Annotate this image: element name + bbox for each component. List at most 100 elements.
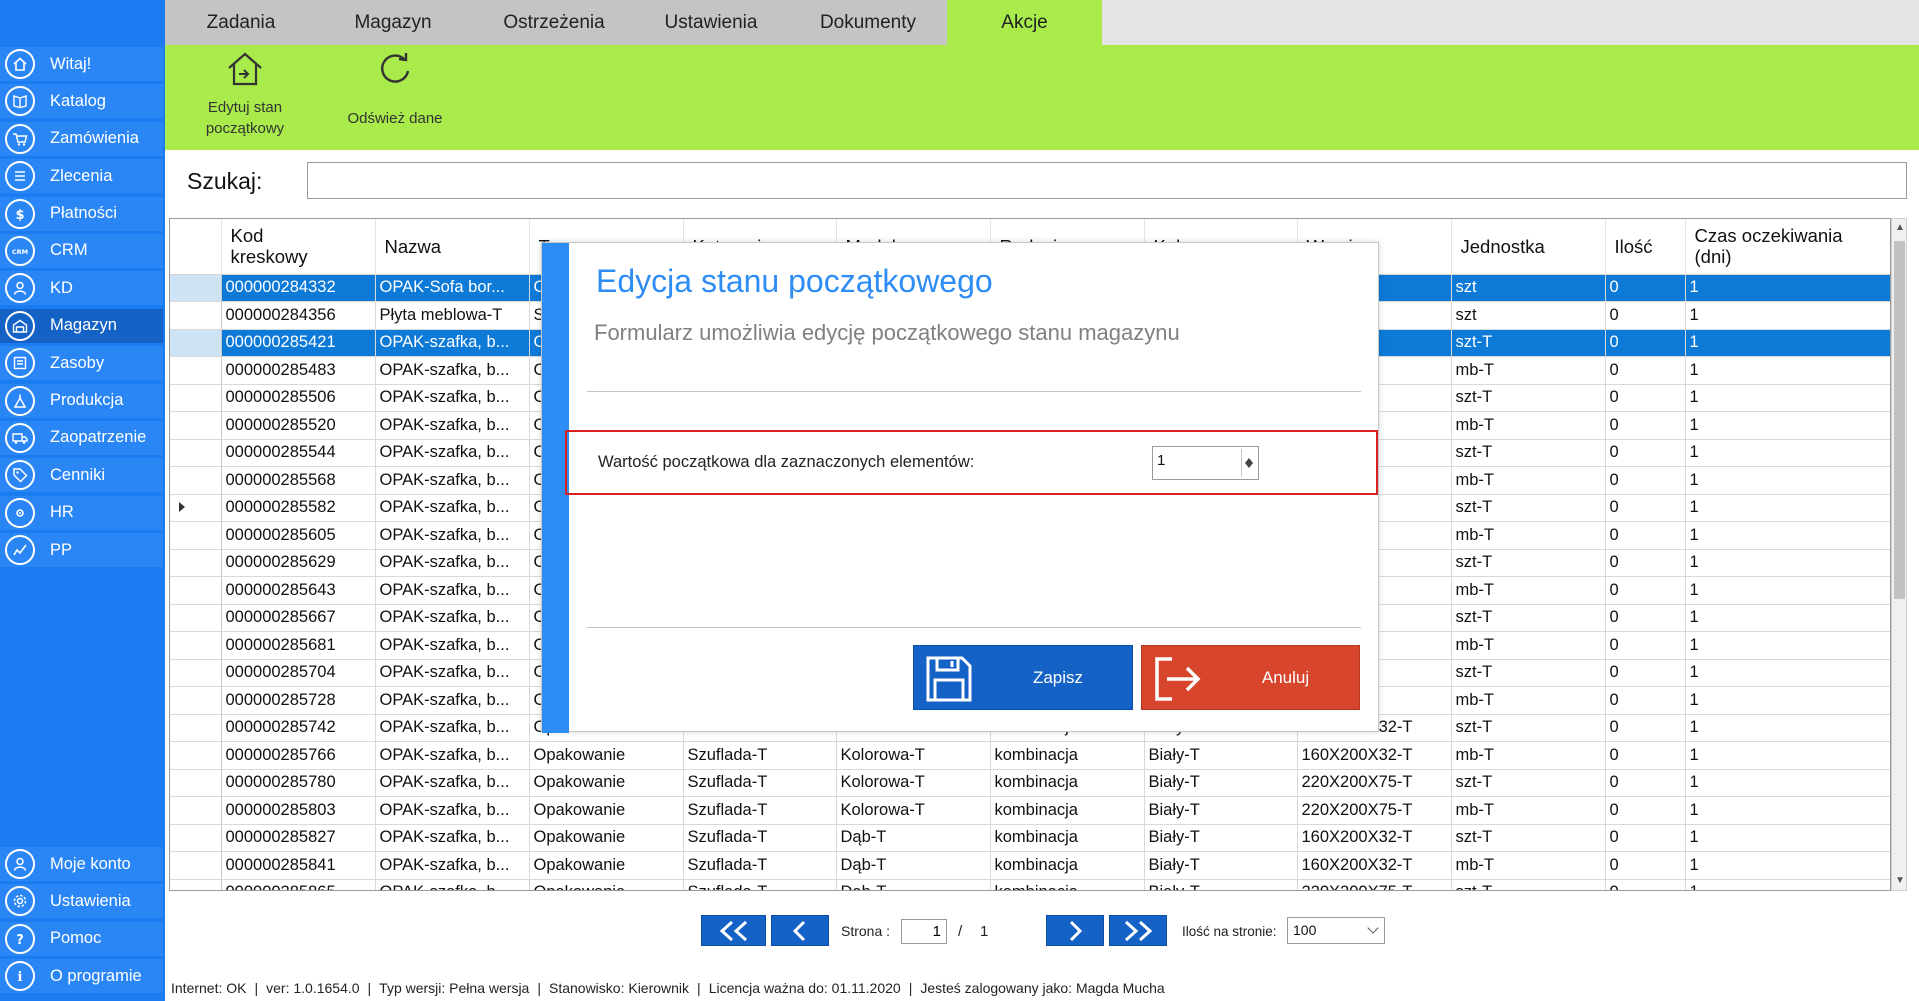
row-header[interactable] (170, 494, 222, 522)
cell-ilosc[interactable]: 0 (1605, 796, 1686, 825)
initial-value-stepper[interactable]: 1 (1152, 446, 1259, 480)
sidebar-bottom-item-o-programie[interactable]: i O programie (0, 959, 163, 994)
refresh-data-button[interactable]: Odśwież dane (340, 45, 450, 129)
row-header[interactable] (170, 521, 222, 550)
cell-kod[interactable]: 000000284332 (221, 274, 376, 302)
cell-czas[interactable]: 1 (1685, 356, 1890, 385)
table-row[interactable]: 000000285827 OPAK-szafka, b... Opakowanie S… (170, 824, 1890, 852)
cell-ilosc[interactable]: 0 (1605, 631, 1686, 660)
first-page-button[interactable] (701, 915, 766, 946)
sidebar-item-zlecenia[interactable]: Zlecenia (0, 159, 163, 194)
sidebar-item-zamówienia[interactable]: Zamówienia (0, 121, 163, 156)
cell-nazwa[interactable]: OPAK-szafka, b... (375, 521, 530, 550)
tab-ustawienia[interactable]: Ustawienia (633, 0, 789, 45)
cell-rodzaj[interactable]: kombinacja (990, 741, 1145, 770)
cell-czas[interactable]: 1 (1685, 686, 1890, 715)
cell-jednostka[interactable]: szt (1451, 301, 1606, 330)
cell-kod[interactable]: 000000285803 (221, 796, 376, 825)
cell-nazwa[interactable]: OPAK-szafka, b... (375, 741, 530, 770)
stepper-down-button[interactable] (1242, 463, 1256, 477)
cell-model[interactable]: Kolorowa-T (836, 796, 991, 825)
cell-kod[interactable]: 000000285704 (221, 659, 376, 687)
cell-czas[interactable]: 1 (1685, 549, 1890, 577)
cell-rodzaj[interactable]: kombinacja (990, 851, 1145, 880)
sidebar-item-katalog[interactable]: Katalog (0, 84, 163, 119)
cell-kolor[interactable]: Biały-T (1144, 851, 1298, 880)
cell-nazwa[interactable]: OPAK-szafka, b... (375, 686, 530, 715)
cell-kategoria[interactable]: Szuflada-T (683, 769, 837, 797)
cell-rodzaj[interactable]: kombinacja (990, 769, 1145, 797)
row-header[interactable] (170, 384, 222, 412)
sidebar-bottom-item-pomoc[interactable]: ? Pomoc (0, 921, 163, 956)
cell-wymiar[interactable]: 160X200X32-T (1297, 741, 1452, 770)
cell-typ[interactable]: Opakowanie (529, 796, 684, 825)
row-header[interactable] (170, 879, 222, 890)
page-number-input[interactable] (901, 919, 947, 944)
row-header[interactable] (170, 659, 222, 687)
cell-jednostka[interactable]: szt-T (1451, 769, 1606, 797)
sidebar-item-magazyn[interactable]: Magazyn (0, 308, 163, 343)
cell-czas[interactable]: 1 (1685, 494, 1890, 522)
cell-wymiar[interactable]: 160X200X32-T (1297, 851, 1452, 880)
cell-typ[interactable]: Opakowanie (529, 851, 684, 880)
tab-zadania[interactable]: Zadania (165, 0, 317, 45)
cell-ilosc[interactable]: 0 (1605, 879, 1686, 890)
row-header[interactable] (170, 769, 222, 797)
row-header[interactable] (170, 329, 222, 357)
scroll-down-arrow-icon[interactable]: ▼ (1892, 872, 1908, 890)
cell-kod[interactable]: 000000285643 (221, 576, 376, 605)
column-header-nazwa[interactable]: Nazwa (375, 219, 530, 275)
row-header[interactable] (170, 274, 222, 302)
cell-model[interactable]: Kolorowa-T (836, 769, 991, 797)
sidebar-item-witaj[interactable]: Witaj! (0, 47, 163, 81)
cell-ilosc[interactable]: 0 (1605, 686, 1686, 715)
cell-nazwa[interactable]: OPAK-szafka, b... (375, 714, 530, 742)
cell-kod[interactable]: 000000285841 (221, 851, 376, 880)
cell-jednostka[interactable]: szt-T (1451, 604, 1606, 632)
cell-kategoria[interactable]: Szuflada-T (683, 879, 837, 890)
cell-kolor[interactable]: Biały-T (1144, 796, 1298, 825)
search-input[interactable] (307, 162, 1907, 199)
cell-kod[interactable]: 000000285421 (221, 329, 376, 357)
row-header[interactable] (170, 301, 222, 330)
cell-kategoria[interactable]: Szuflada-T (683, 851, 837, 880)
cell-ilosc[interactable]: 0 (1605, 576, 1686, 605)
next-page-button[interactable] (1046, 915, 1104, 946)
sidebar-item-cenniki[interactable]: Cenniki (0, 458, 163, 493)
cell-nazwa[interactable]: OPAK-szafka, b... (375, 604, 530, 632)
cell-kolor[interactable]: Biały-T (1144, 769, 1298, 797)
cell-jednostka[interactable]: szt-T (1451, 879, 1606, 890)
sidebar-item-płatności[interactable]: $ Płatności (0, 196, 163, 231)
sidebar-item-zasoby[interactable]: Zasoby (0, 346, 163, 381)
cell-czas[interactable]: 1 (1685, 769, 1890, 797)
row-header[interactable] (170, 356, 222, 385)
column-header-czas[interactable]: Czas oczekiwania (dni) (1685, 219, 1890, 275)
sidebar-item-kd[interactable]: KD (0, 271, 163, 306)
cell-czas[interactable]: 1 (1685, 824, 1890, 852)
cell-ilosc[interactable]: 0 (1605, 356, 1686, 385)
cell-kod[interactable]: 000000284356 (221, 301, 376, 330)
cell-kod[interactable]: 000000285520 (221, 411, 376, 440)
cell-ilosc[interactable]: 0 (1605, 384, 1686, 412)
cell-jednostka[interactable]: mb-T (1451, 411, 1606, 440)
cell-kod[interactable]: 000000285827 (221, 824, 376, 852)
cell-czas[interactable]: 1 (1685, 439, 1890, 467)
cell-kod[interactable]: 000000285681 (221, 631, 376, 660)
last-page-button[interactable] (1109, 915, 1167, 946)
cell-ilosc[interactable]: 0 (1605, 769, 1686, 797)
cell-kod[interactable]: 000000285766 (221, 741, 376, 770)
cell-kod[interactable]: 000000285483 (221, 356, 376, 385)
cell-nazwa[interactable]: OPAK-szafka, b... (375, 631, 530, 660)
row-header[interactable] (170, 411, 222, 440)
cell-kod[interactable]: 000000285667 (221, 604, 376, 632)
table-row[interactable]: 000000285803 OPAK-szafka, b... Opakowanie S… (170, 796, 1890, 825)
cell-kod[interactable]: 000000285780 (221, 769, 376, 797)
cell-czas[interactable]: 1 (1685, 274, 1890, 302)
cell-jednostka[interactable]: szt-T (1451, 384, 1606, 412)
cell-jednostka[interactable]: szt-T (1451, 439, 1606, 467)
cell-jednostka[interactable]: szt-T (1451, 329, 1606, 357)
cell-kod[interactable]: 000000285506 (221, 384, 376, 412)
cell-kod[interactable]: 000000285568 (221, 466, 376, 495)
cell-wymiar[interactable]: 220X200X75-T (1297, 796, 1452, 825)
cell-ilosc[interactable]: 0 (1605, 329, 1686, 357)
